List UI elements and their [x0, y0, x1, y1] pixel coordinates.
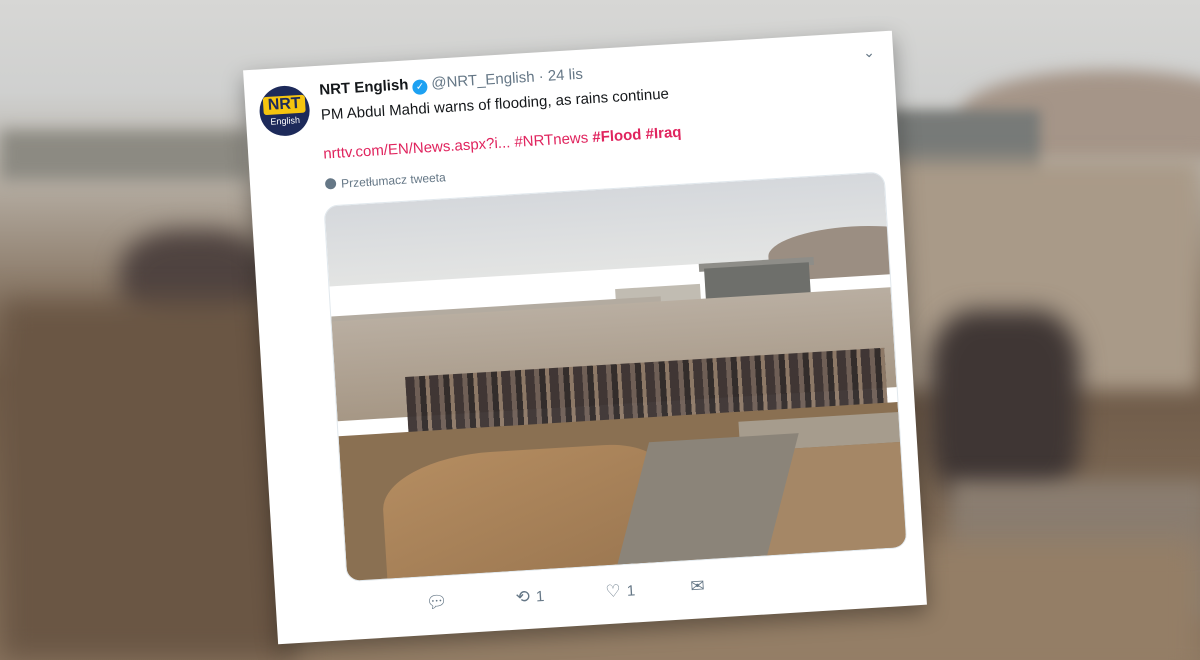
avatar-logo-sub: English: [270, 115, 301, 127]
envelope-icon: ✉: [689, 576, 706, 597]
reply-button[interactable]: 💬︎: [425, 592, 454, 614]
like-count: 1: [626, 582, 636, 600]
hashtag-iraq[interactable]: #Iraq: [645, 124, 682, 143]
hashtag-flood[interactable]: #Flood: [592, 126, 642, 146]
translate-tweet-link[interactable]: Przetłumacz tweeta: [324, 170, 447, 191]
avatar[interactable]: NRT English: [258, 84, 312, 138]
retweet-button[interactable]: ⟲ 1: [515, 586, 545, 608]
hashtag-nrtnews[interactable]: #NRTnews: [514, 129, 589, 150]
display-name[interactable]: NRT English: [319, 76, 409, 98]
separator-dot: ·: [538, 68, 545, 86]
avatar-logo: NRT: [262, 94, 306, 116]
chevron-down-icon[interactable]: ⌄: [863, 44, 876, 62]
verified-badge-icon: ✓: [412, 79, 429, 96]
reply-icon: 💬︎: [425, 591, 449, 613]
tweet-link[interactable]: nrttv.com/EN/News.aspx?i...: [323, 134, 511, 162]
retweet-icon: ⟲: [515, 586, 531, 607]
user-handle[interactable]: @NRT_English: [431, 69, 535, 92]
tweet-card[interactable]: NRT English NRT English ✓ @NRT_English · 2…: [243, 30, 927, 645]
translate-label: Przetłumacz tweeta: [340, 170, 447, 191]
direct-message-button[interactable]: ✉: [690, 576, 711, 597]
tweet-media-photo[interactable]: [323, 171, 908, 583]
heart-icon: ♡: [604, 581, 622, 602]
globe-icon: [324, 177, 337, 190]
tweet-timestamp[interactable]: 24 lis: [547, 66, 583, 85]
tweet-link-line: nrttv.com/EN/News.aspx?i... #NRTnews #Fl…: [323, 124, 682, 163]
like-button[interactable]: ♡ 1: [605, 580, 636, 602]
retweet-count: 1: [535, 587, 545, 606]
